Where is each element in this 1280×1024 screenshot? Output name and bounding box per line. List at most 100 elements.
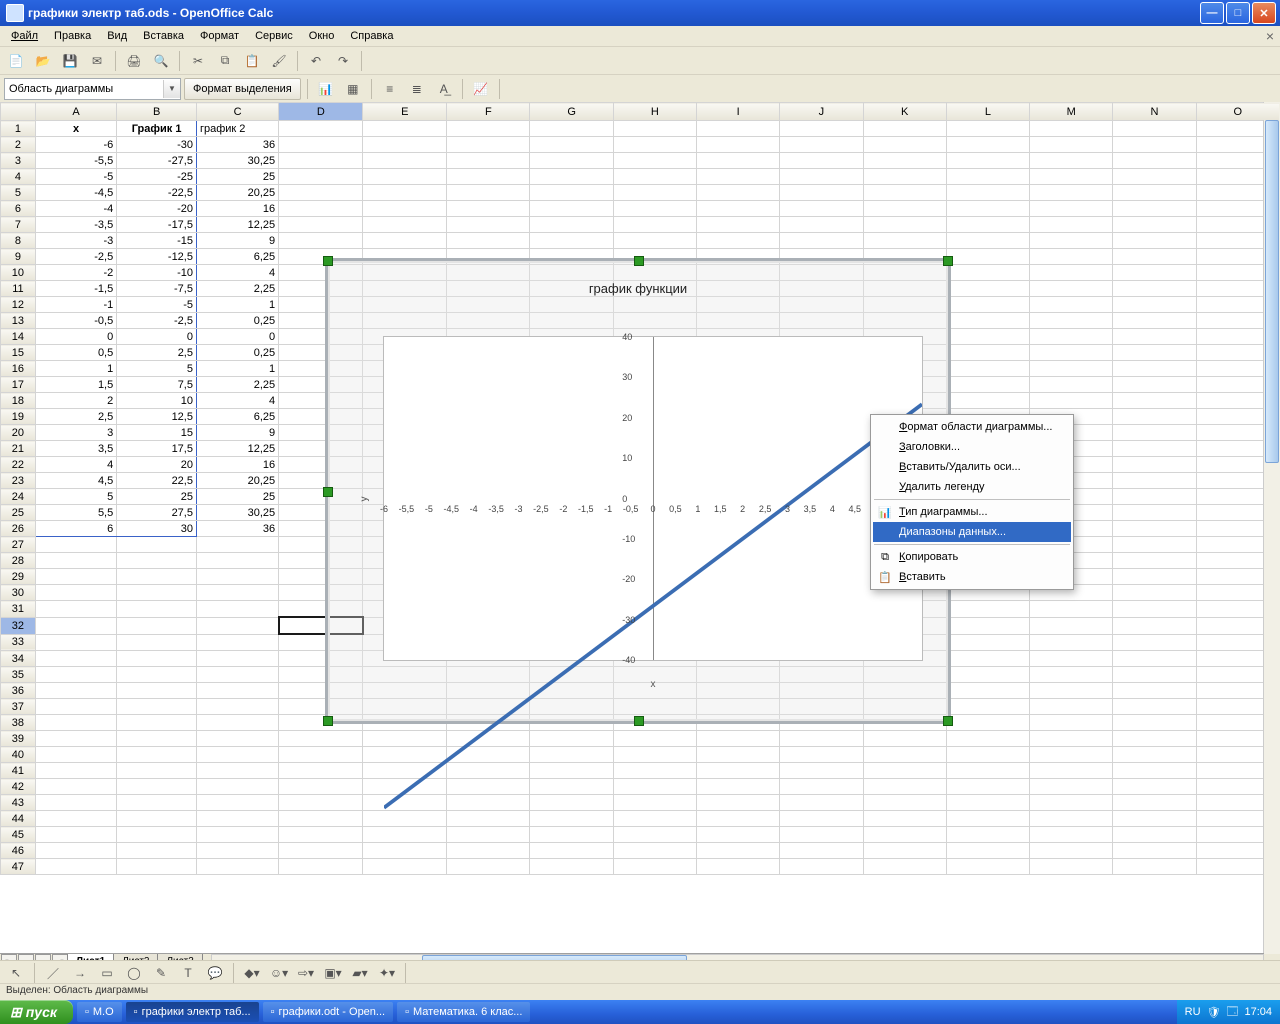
cell-B41[interactable] (117, 763, 197, 779)
cell-B45[interactable] (117, 827, 197, 843)
row-header-3[interactable]: 3 (1, 153, 36, 169)
menu-file[interactable]: Файл (4, 28, 45, 44)
cell-B35[interactable] (117, 667, 197, 683)
menu-insert[interactable]: Вставка (136, 28, 191, 44)
cell-L35[interactable] (946, 667, 1029, 683)
cell-A44[interactable] (35, 811, 116, 827)
cell-K8[interactable] (863, 233, 946, 249)
cell-C32[interactable] (196, 617, 278, 634)
cut-icon[interactable]: ✂ (186, 49, 210, 73)
row-header-36[interactable]: 36 (1, 683, 36, 699)
cell-B10[interactable]: -10 (117, 265, 197, 281)
cell-L13[interactable] (946, 313, 1029, 329)
ctx-Форматобластидиагр[interactable]: Формат области диаграммы... (873, 417, 1071, 437)
row-header-13[interactable]: 13 (1, 313, 36, 329)
cell-A34[interactable] (35, 651, 116, 667)
cell-B43[interactable] (117, 795, 197, 811)
cell-N26[interactable] (1113, 521, 1196, 537)
row-header-10[interactable]: 10 (1, 265, 36, 281)
chart-context-menu[interactable]: Формат области диаграммы...Заголовки...В… (870, 414, 1074, 590)
cell-B28[interactable] (117, 553, 197, 569)
scale-text-icon[interactable]: 📈 (469, 77, 493, 101)
cell-A1[interactable]: x (35, 121, 116, 137)
col-header-M[interactable]: M (1030, 103, 1113, 121)
freeform-icon[interactable]: ✎ (149, 961, 173, 985)
undo-icon[interactable]: ↶ (304, 49, 328, 73)
cell-L17[interactable] (946, 377, 1029, 393)
row-header-8[interactable]: 8 (1, 233, 36, 249)
cell-E8[interactable] (363, 233, 447, 249)
row-header-26[interactable]: 26 (1, 521, 36, 537)
menu-edit[interactable]: Правка (47, 28, 98, 44)
email-icon[interactable]: ✉ (85, 49, 109, 73)
vertical-grid-icon[interactable]: ≣ (405, 77, 429, 101)
cell-N22[interactable] (1113, 457, 1196, 473)
cell-H3[interactable] (613, 153, 696, 169)
chart-handle-tr[interactable] (943, 256, 953, 266)
cell-A12[interactable]: -1 (35, 297, 116, 313)
cell-G6[interactable] (530, 201, 613, 217)
cell-C43[interactable] (196, 795, 278, 811)
cell-G4[interactable] (530, 169, 613, 185)
cell-D41[interactable] (279, 763, 363, 779)
cell-L38[interactable] (946, 715, 1029, 731)
cell-A25[interactable]: 5,5 (35, 505, 116, 521)
ctx-Копировать[interactable]: ⧉Копировать (873, 547, 1071, 567)
menu-format[interactable]: Формат (193, 28, 246, 44)
cell-A45[interactable] (35, 827, 116, 843)
row-header-27[interactable]: 27 (1, 537, 36, 553)
cell-F1[interactable] (447, 121, 530, 137)
cell-L12[interactable] (946, 297, 1029, 313)
cell-A28[interactable] (35, 553, 116, 569)
cell-B21[interactable]: 17,5 (117, 441, 197, 457)
cell-N33[interactable] (1113, 634, 1196, 651)
cell-J4[interactable] (780, 169, 863, 185)
cell-B13[interactable]: -2,5 (117, 313, 197, 329)
cell-K5[interactable] (863, 185, 946, 201)
cell-B30[interactable] (117, 585, 197, 601)
cell-A2[interactable]: -6 (35, 137, 116, 153)
tray-clock[interactable]: 17:04 (1244, 1006, 1272, 1018)
ctx-Вставить[interactable]: 📋Вставить (873, 567, 1071, 587)
cell-J1[interactable] (780, 121, 863, 137)
cell-D5[interactable] (279, 185, 363, 201)
row-header-12[interactable]: 12 (1, 297, 36, 313)
stars-icon[interactable]: ✦▾ (375, 961, 399, 985)
cell-N2[interactable] (1113, 137, 1196, 153)
cell-L32[interactable] (946, 617, 1029, 634)
cell-E1[interactable] (363, 121, 447, 137)
cell-N14[interactable] (1113, 329, 1196, 345)
cell-M4[interactable] (1030, 169, 1113, 185)
cell-N10[interactable] (1113, 265, 1196, 281)
cell-N46[interactable] (1113, 843, 1196, 859)
cell-C9[interactable]: 6,25 (196, 249, 278, 265)
cell-C36[interactable] (196, 683, 278, 699)
cell-C4[interactable]: 25 (196, 169, 278, 185)
open-doc-icon[interactable]: 📂 (31, 49, 55, 73)
cell-H1[interactable] (613, 121, 696, 137)
col-header-C[interactable]: C (196, 103, 278, 121)
cell-L18[interactable] (946, 393, 1029, 409)
col-header-B[interactable]: B (117, 103, 197, 121)
taskbar-item[interactable]: ▫графики.odt - Open... (263, 1002, 394, 1022)
cell-F6[interactable] (447, 201, 530, 217)
row-header-6[interactable]: 6 (1, 201, 36, 217)
cell-D43[interactable] (279, 795, 363, 811)
cell-L8[interactable] (946, 233, 1029, 249)
cell-M8[interactable] (1030, 233, 1113, 249)
cell-A22[interactable]: 4 (35, 457, 116, 473)
cell-B25[interactable]: 27,5 (117, 505, 197, 521)
cell-H6[interactable] (613, 201, 696, 217)
close-document-button[interactable]: × (1266, 28, 1274, 44)
cell-D2[interactable] (279, 137, 363, 153)
cell-L10[interactable] (946, 265, 1029, 281)
cell-B46[interactable] (117, 843, 197, 859)
cell-M5[interactable] (1030, 185, 1113, 201)
col-header-O[interactable]: O (1196, 103, 1279, 121)
chart-plot-area[interactable]: y x -40-30-20-10010203040-6-5,5-5-4,5-4-… (383, 336, 923, 661)
chart-handle-t[interactable] (634, 256, 644, 266)
cell-L9[interactable] (946, 249, 1029, 265)
chart-handle-bl[interactable] (323, 716, 333, 726)
cell-A41[interactable] (35, 763, 116, 779)
row-header-25[interactable]: 25 (1, 505, 36, 521)
